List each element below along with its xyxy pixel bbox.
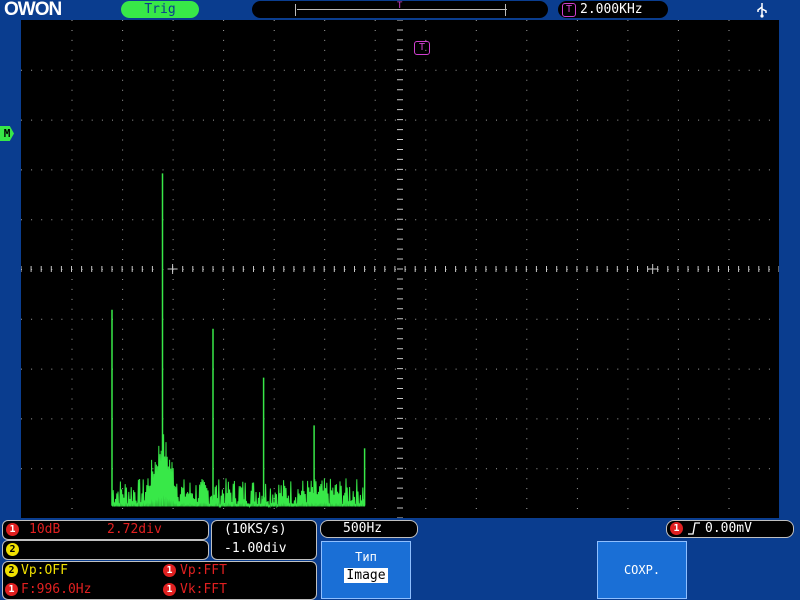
trigger-source-badge: 1: [670, 522, 683, 535]
ch1-meas-badge-vp: 1: [163, 564, 176, 577]
timebase-position: -1.00div: [224, 541, 287, 556]
owon-logo: OWON: [4, 0, 62, 20]
trigger-status-badge: Trig: [121, 1, 199, 18]
usb-icon: [754, 2, 770, 18]
type-label: Тип: [355, 550, 377, 564]
ch1-meas-badge-freq: 1: [5, 583, 18, 596]
sample-rate: (10KS/s): [224, 522, 287, 537]
ch1-reference-marker[interactable]: M: [0, 126, 14, 141]
top-bar: OWON Trig T T 2.000KHz: [0, 0, 800, 20]
waveform-display[interactable]: T: [20, 19, 780, 519]
fft-frequency-per-div: 500Hz: [343, 521, 383, 536]
timebase-left-bracket: [295, 4, 296, 16]
trigger-icon: T: [562, 3, 576, 17]
trigger-level-box[interactable]: 1 0.00mV: [666, 520, 794, 538]
ch1-scale-box[interactable]: 1 10dB 2.72div: [2, 520, 209, 540]
trigger-position-icon: T: [414, 41, 430, 55]
type-softkey[interactable]: Тип Image: [321, 541, 411, 599]
fft-plot: [20, 19, 780, 519]
ch1-badge: 1: [6, 523, 19, 536]
cursor-plus-2: [647, 264, 658, 274]
ch2-vp: Vp:OFF: [21, 563, 68, 578]
ch2-meas-badge: 2: [5, 564, 18, 577]
trigger-frequency-display: T 2.000KHz: [558, 1, 668, 18]
cursor-plus-1: [167, 264, 178, 274]
ch1-meas-badge-vk: 1: [163, 583, 176, 596]
type-value: Image: [344, 568, 388, 583]
save-label: СОХР.: [623, 563, 661, 577]
rising-edge-icon: [687, 521, 701, 536]
timebase-right-bracket: [505, 4, 506, 16]
save-softkey[interactable]: СОХР.: [597, 541, 687, 599]
ch1-vk: Vk:FFT: [180, 582, 227, 597]
trigger-level-value: 0.00mV: [705, 521, 752, 536]
fft-frequency-box[interactable]: 500Hz: [320, 520, 418, 538]
ch2-badge: 2: [6, 543, 19, 556]
graticule-center-ticks: [20, 19, 780, 519]
measurements-box: 2 Vp:OFF 1 Vp:FFT 1 F:996.0Hz 1 Vk:FFT: [2, 561, 317, 600]
ch1-offset: 2.72div: [107, 522, 162, 537]
trigger-position-mark: T: [397, 1, 403, 11]
ch1-frequency: F:996.0Hz: [21, 582, 92, 597]
timebase-box[interactable]: (10KS/s) -1.00div: [211, 520, 317, 560]
ch1-scale: 10dB: [29, 522, 61, 537]
timebase-position-indicator: T: [252, 1, 548, 18]
ch2-scale-box[interactable]: 2: [2, 540, 209, 560]
trigger-frequency-value: 2.000KHz: [580, 2, 643, 17]
ch1-vp: Vp:FFT: [180, 563, 227, 578]
fft-noise-trace: [111, 434, 366, 509]
